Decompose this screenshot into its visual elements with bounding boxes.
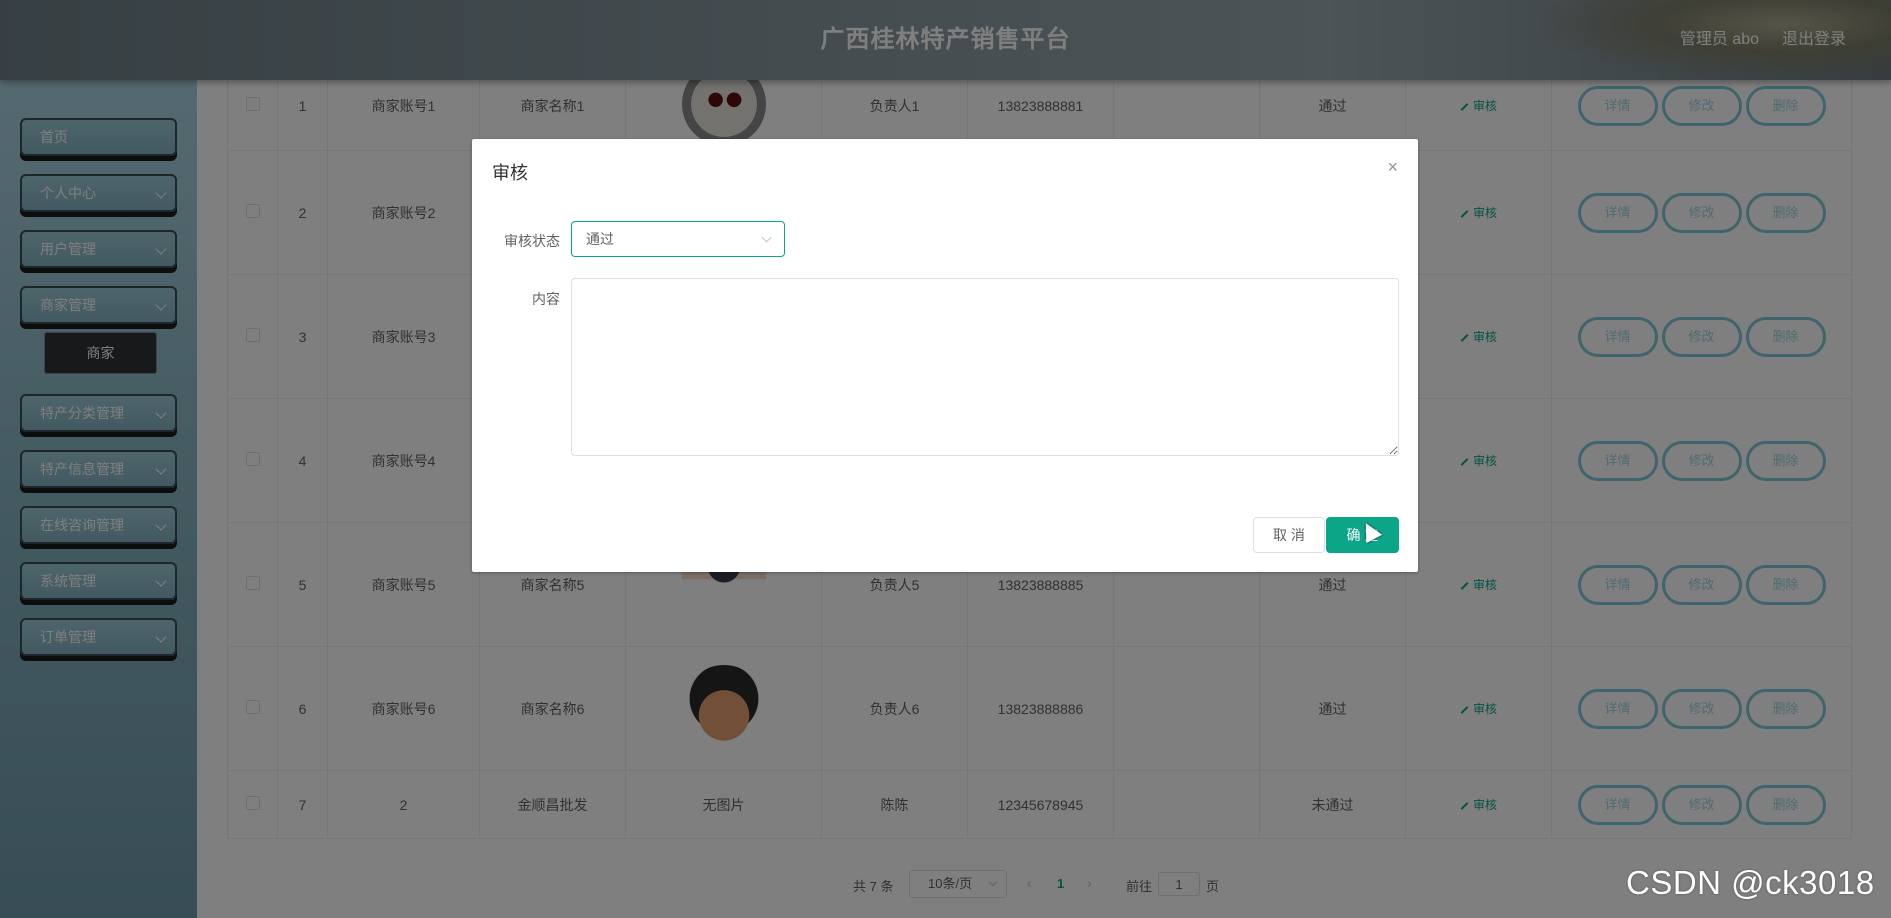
dialog-title: 审核 [492, 163, 528, 183]
cancel-button[interactable]: 取 消 [1253, 517, 1325, 553]
content-label: 内容 [532, 291, 560, 307]
audit-status-value: 通过 [586, 231, 614, 247]
chevron-down-icon [761, 232, 772, 243]
content-textarea[interactable] [571, 278, 1399, 456]
audit-status-label: 审核状态 [504, 233, 560, 249]
audit-dialog: 审核 × 审核状态 通过 内容 取 消 确 定 [472, 139, 1418, 572]
close-icon[interactable]: × [1387, 157, 1398, 178]
watermark: CSDN @ck3018 [1626, 864, 1875, 901]
audit-status-select[interactable]: 通过 [571, 221, 785, 257]
